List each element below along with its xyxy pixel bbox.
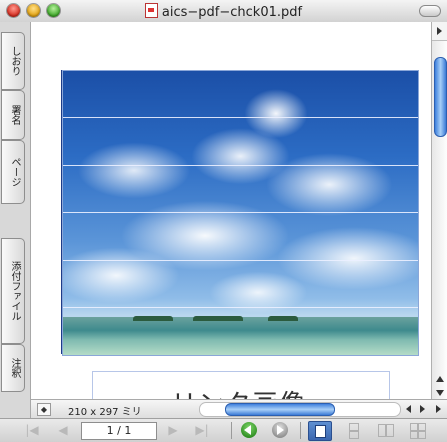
- continuous-facing-view-button[interactable]: [407, 421, 429, 439]
- horizontal-scroll-thumb[interactable]: [225, 403, 335, 416]
- document-area[interactable]: リンク画像: [31, 22, 431, 399]
- link-image-box[interactable]: リンク画像: [92, 371, 390, 399]
- scroll-jump-button[interactable]: [432, 22, 447, 41]
- next-page-icon[interactable]: ▶: [166, 422, 180, 439]
- image-strip-divider: [63, 212, 418, 213]
- continuous-view-button[interactable]: [343, 421, 365, 439]
- tab-pages-label: ページ: [9, 157, 20, 187]
- scroll-left-arrow-icon[interactable]: [406, 405, 411, 413]
- toolbar-separator: [300, 422, 301, 439]
- page-size-text: 210 x 297 ミリ: [68, 407, 142, 418]
- image-strip-divider: [63, 117, 418, 118]
- page-number-field[interactable]: 1 / 1: [81, 422, 157, 440]
- go-back-icon[interactable]: [241, 422, 257, 438]
- grid-page-icon: [418, 423, 426, 431]
- horizontal-scroll-track[interactable]: [199, 402, 401, 417]
- scroll-right-arrow-icon[interactable]: [420, 405, 425, 413]
- back-arrow-glyph: [244, 425, 251, 435]
- grid-page-icon: [410, 431, 418, 439]
- tab-pages[interactable]: ページ: [1, 140, 25, 204]
- window-title: aics−pdf−chck01.pdf: [161, 5, 303, 20]
- island-shape: [268, 316, 298, 321]
- island-shape: [193, 316, 243, 321]
- scroll-up-arrow-icon[interactable]: [436, 376, 444, 382]
- grid-page-icon: [418, 431, 426, 439]
- vertical-scrollbar[interactable]: [431, 22, 447, 399]
- toolbar-separator: [231, 422, 232, 439]
- continuous-page-icon: [349, 431, 359, 439]
- play-arrow-icon: [437, 27, 442, 35]
- single-page-icon: [315, 425, 326, 438]
- vertical-scroll-thumb[interactable]: [434, 57, 447, 137]
- sky-photo: [63, 71, 418, 355]
- window-title-wrap: aics−pdf−chck01.pdf: [0, 3, 447, 20]
- link-image-text: リンク画像: [171, 384, 306, 399]
- sidebar-drawer: しおり 署名 ページ 添付ファイル 注釈: [0, 22, 31, 420]
- tab-attachments-label: 添付ファイル: [9, 261, 20, 321]
- tab-signatures-label: 署名: [9, 105, 20, 125]
- tab-annotations-label: 注釈: [9, 358, 20, 378]
- tab-attachments[interactable]: 添付ファイル: [1, 238, 25, 344]
- island-shape: [133, 316, 173, 321]
- single-page-view-button[interactable]: [308, 421, 332, 441]
- pdf-viewer-window: aics−pdf−chck01.pdf しおり 署名 ページ 添付ファイル 注釈…: [0, 0, 447, 442]
- last-page-icon[interactable]: ▶|: [193, 422, 211, 439]
- facing-page-icon: [386, 424, 394, 437]
- toolbar-toggle-button[interactable]: [419, 5, 441, 17]
- image-strip-divider: [63, 165, 418, 166]
- page-size-menu-button[interactable]: ◆: [37, 403, 51, 416]
- image-strip-divider: [63, 307, 418, 308]
- tab-signatures[interactable]: 署名: [1, 90, 25, 140]
- facing-page-icon: [378, 424, 386, 437]
- tab-annotations[interactable]: 注釈: [1, 344, 25, 392]
- scroll-down-arrow-icon[interactable]: [436, 390, 444, 396]
- title-bar: aics−pdf−chck01.pdf: [0, 0, 447, 23]
- image-strip-divider: [63, 260, 418, 261]
- forward-arrow-glyph: [277, 425, 284, 435]
- tab-bookmarks-label: しおり: [9, 46, 20, 76]
- sea-strip: [63, 317, 418, 355]
- status-scroll-bar: ◆ 210 x 297 ミリ: [31, 399, 447, 418]
- grid-page-icon: [410, 423, 418, 431]
- previous-page-icon[interactable]: ◀: [56, 422, 70, 439]
- sky-photo-frame: [62, 70, 419, 356]
- bottom-toolbar: |◀ ◀ 1 / 1 ▶ ▶|: [0, 418, 447, 442]
- tab-bookmarks[interactable]: しおり: [1, 32, 25, 90]
- go-forward-icon[interactable]: [272, 422, 288, 438]
- first-page-icon[interactable]: |◀: [24, 422, 40, 439]
- resize-arrow-icon[interactable]: [436, 405, 441, 413]
- facing-view-button[interactable]: [375, 421, 397, 439]
- pdf-file-icon: [144, 3, 158, 18]
- continuous-page-icon: [349, 423, 359, 431]
